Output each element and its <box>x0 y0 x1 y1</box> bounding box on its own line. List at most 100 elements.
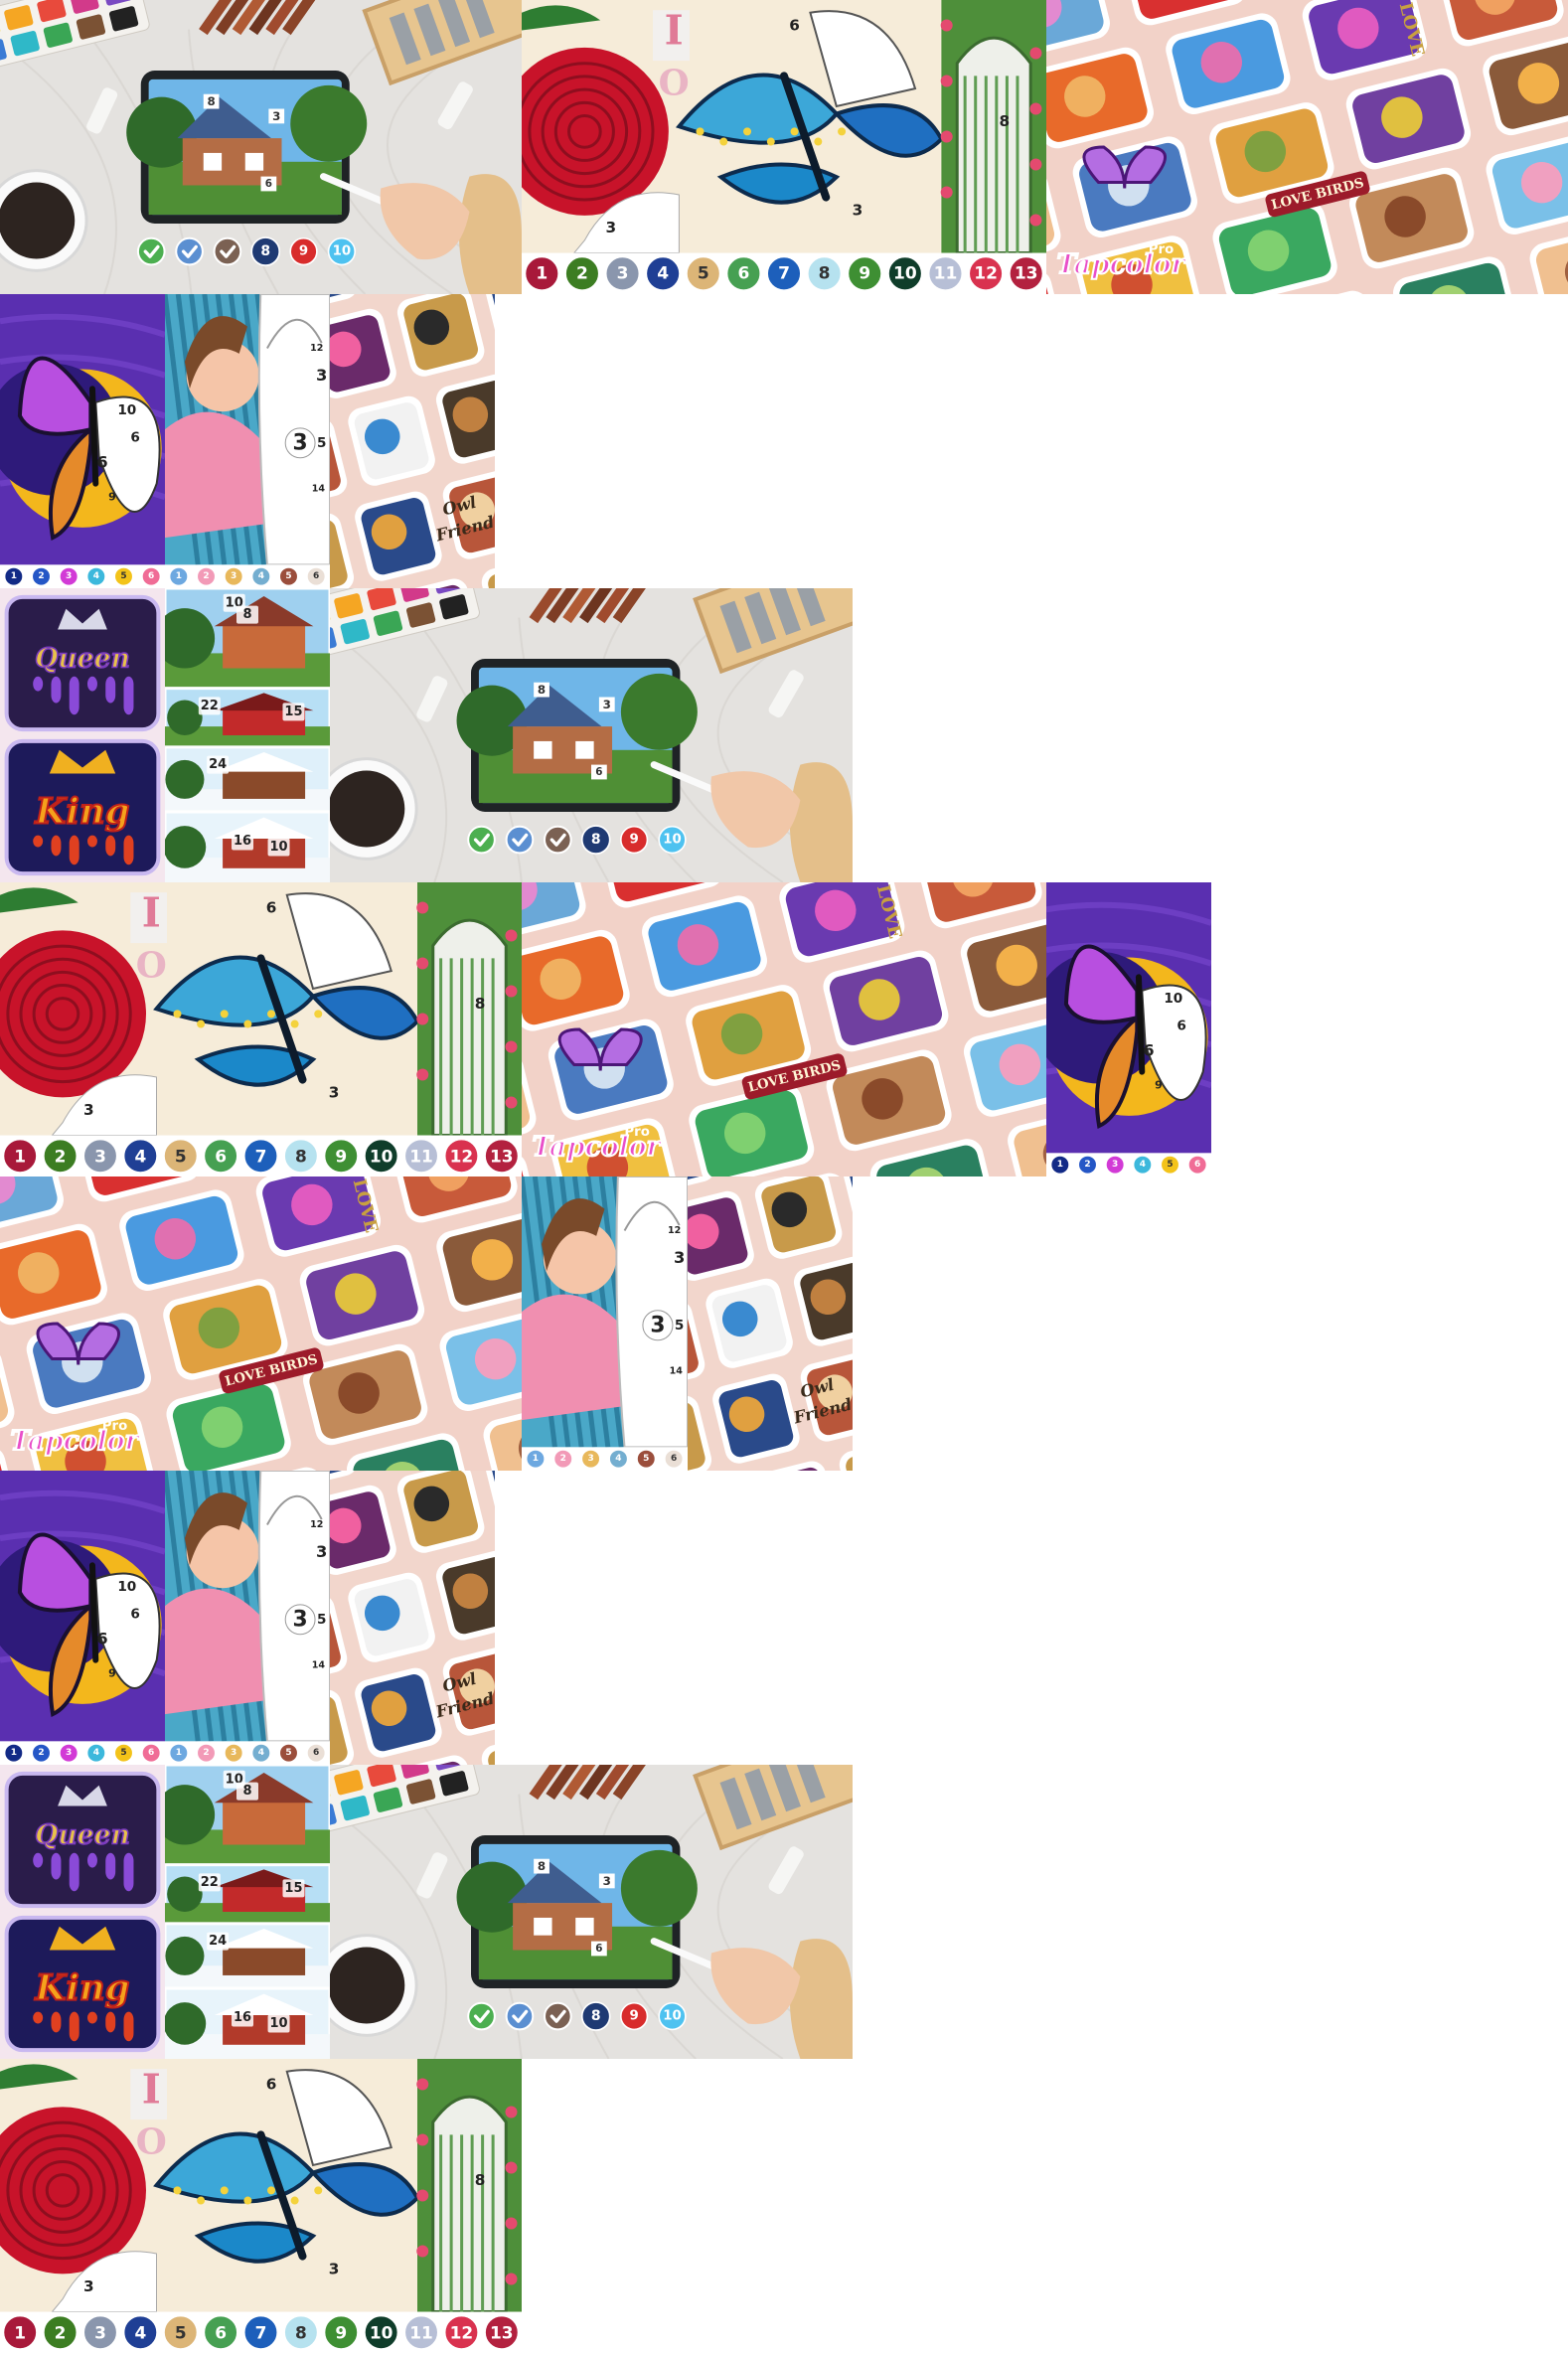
animal-cards-tile[interactable]: Owl Friend <box>688 1176 853 1471</box>
palette-swatch[interactable]: 11 <box>403 1138 440 1175</box>
queen-king-tile[interactable]: Queen King <box>0 1765 165 2059</box>
palette-swatch[interactable]: 8 <box>250 236 281 266</box>
palette-swatch[interactable]: 2 <box>1077 1155 1098 1175</box>
queen-card[interactable]: Queen <box>4 1771 161 1909</box>
butterfly-rose-tile[interactable]: I O 3 6 3 8 1 2 3 4 5 6 7 8 9 10 11 12 13 <box>522 0 1046 294</box>
palette-done[interactable] <box>544 825 572 855</box>
palette-swatch[interactable]: 2 <box>196 566 217 586</box>
artwork-grid-tile[interactable]: LOVE BIRDS LOVE Tapcolor Pro <box>1046 0 1568 294</box>
palette-swatch[interactable]: 5 <box>685 255 721 292</box>
moon-butterfly-tile[interactable]: 10 6 6 9 1 2 3 4 5 6 <box>1046 882 1211 1176</box>
palette-swatch[interactable]: 3 <box>224 566 243 586</box>
palette-swatch[interactable]: 1 <box>2 2314 39 2351</box>
palette-swatch[interactable]: 6 <box>141 566 161 586</box>
palette-swatch[interactable]: 8 <box>580 825 611 855</box>
baby-portrait-tile[interactable]: 12 3 3 5 14 1 2 3 4 5 6 <box>522 1176 688 1471</box>
palette-swatch[interactable]: 6 <box>1187 1155 1207 1175</box>
animal-cards-tile[interactable]: Owl Friend <box>330 294 495 588</box>
cabin-scenes-tile[interactable]: 10 8 15 22 24 16 10 <box>165 588 330 882</box>
palette-swatch[interactable]: 4 <box>86 566 106 586</box>
tablet-mockup-tile[interactable]: 8 3 6 8 9 10 <box>330 588 853 882</box>
palette-swatch[interactable]: 3 <box>81 1138 118 1175</box>
palette-swatch[interactable]: 4 <box>122 2314 159 2351</box>
palette-swatch[interactable]: 5 <box>278 1743 299 1763</box>
palette-swatch[interactable]: 6 <box>306 566 326 586</box>
palette-swatch[interactable]: 9 <box>847 255 883 292</box>
palette-swatch[interactable]: 4 <box>122 1138 159 1175</box>
palette-swatch[interactable]: 9 <box>620 2001 649 2031</box>
palette-swatch[interactable]: 3 <box>81 2314 118 2351</box>
palette-swatch[interactable]: 2 <box>553 1449 573 1469</box>
cabin-scenes-tile[interactable]: 10 8 15 22 24 16 10 <box>165 1765 330 2059</box>
palette-swatch[interactable]: 8 <box>580 2001 611 2031</box>
queen-card[interactable]: Queen <box>4 594 161 732</box>
artwork-grid-tile[interactable]: LOVE BIRDS LOVE Tapcolor Pro <box>0 1176 522 1471</box>
king-card[interactable]: King <box>4 738 161 876</box>
palette-swatch[interactable]: 3 <box>581 1449 601 1469</box>
palette-swatch[interactable]: 1 <box>1050 1155 1070 1175</box>
palette-swatch[interactable]: 4 <box>86 1743 106 1763</box>
palette-swatch[interactable]: 11 <box>403 2314 440 2351</box>
palette-swatch[interactable]: 7 <box>242 1138 279 1175</box>
palette-swatch[interactable]: 5 <box>1160 1155 1180 1175</box>
palette-swatch[interactable]: 10 <box>363 2314 399 2351</box>
palette-swatch[interactable]: 5 <box>278 566 299 586</box>
palette-swatch[interactable]: 12 <box>443 1138 480 1175</box>
moon-butterfly-tile[interactable]: 10 6 6 9 1 2 3 4 5 6 <box>0 1471 165 1765</box>
palette-swatch[interactable]: 5 <box>162 2314 199 2351</box>
palette-swatch[interactable]: 10 <box>327 236 356 266</box>
palette-done[interactable] <box>136 236 166 266</box>
palette-swatch[interactable]: 4 <box>251 1743 271 1763</box>
moon-butterfly-tile[interactable]: 10 6 6 9 1 2 3 4 5 6 <box>0 294 165 588</box>
palette-swatch[interactable]: 6 <box>141 1743 161 1763</box>
palette-swatch[interactable]: 3 <box>1105 1155 1125 1175</box>
palette-swatch[interactable]: 6 <box>664 1449 684 1469</box>
palette-swatch[interactable]: 1 <box>4 566 24 586</box>
palette-swatch[interactable]: 1 <box>2 1138 39 1175</box>
palette-swatch[interactable]: 5 <box>636 1449 656 1469</box>
palette-swatch[interactable]: 12 <box>967 255 1005 292</box>
palette-swatch[interactable]: 5 <box>162 1138 199 1175</box>
palette-swatch[interactable]: 2 <box>196 1743 217 1763</box>
palette-swatch[interactable]: 3 <box>59 566 78 586</box>
king-card[interactable]: King <box>4 1915 161 2053</box>
palette-swatch[interactable]: 5 <box>113 566 134 586</box>
palette-swatch[interactable]: 8 <box>806 255 843 292</box>
palette-swatch[interactable]: 6 <box>203 2314 239 2351</box>
palette-swatch[interactable]: 9 <box>289 236 318 266</box>
palette-swatch[interactable]: 10 <box>886 255 923 292</box>
palette-swatch[interactable]: 6 <box>306 1743 326 1763</box>
palette-done[interactable] <box>467 2001 496 2031</box>
palette-swatch[interactable]: 2 <box>31 566 52 586</box>
palette-swatch[interactable]: 9 <box>323 2314 360 2351</box>
palette-swatch[interactable]: 2 <box>563 255 601 292</box>
palette-swatch[interactable]: 4 <box>645 255 682 292</box>
palette-swatch[interactable]: 8 <box>282 2314 319 2351</box>
palette-done[interactable] <box>467 825 496 855</box>
palette-swatch[interactable]: 1 <box>4 1743 24 1763</box>
palette-done[interactable] <box>213 236 242 266</box>
palette-done[interactable] <box>505 2001 535 2031</box>
palette-swatch[interactable]: 8 <box>282 1138 319 1175</box>
palette-swatch[interactable]: 11 <box>927 255 964 292</box>
animal-cards-tile[interactable]: Owl Friend <box>330 1471 495 1765</box>
palette-swatch[interactable]: 3 <box>224 1743 243 1763</box>
palette-swatch[interactable]: 1 <box>524 255 560 292</box>
palette-swatch[interactable]: 13 <box>483 2314 520 2351</box>
butterfly-rose-tile[interactable]: I O 3 6 3 8 1 2 3 4 5 6 7 8 9 10 11 12 13 <box>0 882 522 1176</box>
butterfly-rose-tile[interactable]: I O 3 6 3 8 1 2 3 4 5 6 7 8 9 10 11 12 13 <box>0 2059 522 2353</box>
palette-swatch[interactable]: 13 <box>483 1138 520 1175</box>
palette-swatch[interactable]: 10 <box>658 825 687 855</box>
palette-done[interactable] <box>544 2001 572 2031</box>
palette-done[interactable] <box>175 236 204 266</box>
palette-swatch[interactable]: 9 <box>323 1138 360 1175</box>
palette-swatch[interactable]: 10 <box>658 2001 687 2031</box>
palette-swatch[interactable]: 2 <box>42 1138 78 1175</box>
palette-swatch[interactable]: 7 <box>765 255 803 292</box>
palette-swatch[interactable]: 3 <box>604 255 641 292</box>
palette-swatch[interactable]: 4 <box>608 1449 628 1469</box>
baby-portrait-tile[interactable]: 12 3 3 5 14 1 2 3 4 5 6 <box>165 294 330 588</box>
baby-portrait-tile[interactable]: 12 3 3 5 14 1 2 3 4 5 6 <box>165 1471 330 1765</box>
palette-swatch[interactable]: 1 <box>169 1743 189 1763</box>
palette-swatch[interactable]: 2 <box>42 2314 78 2351</box>
